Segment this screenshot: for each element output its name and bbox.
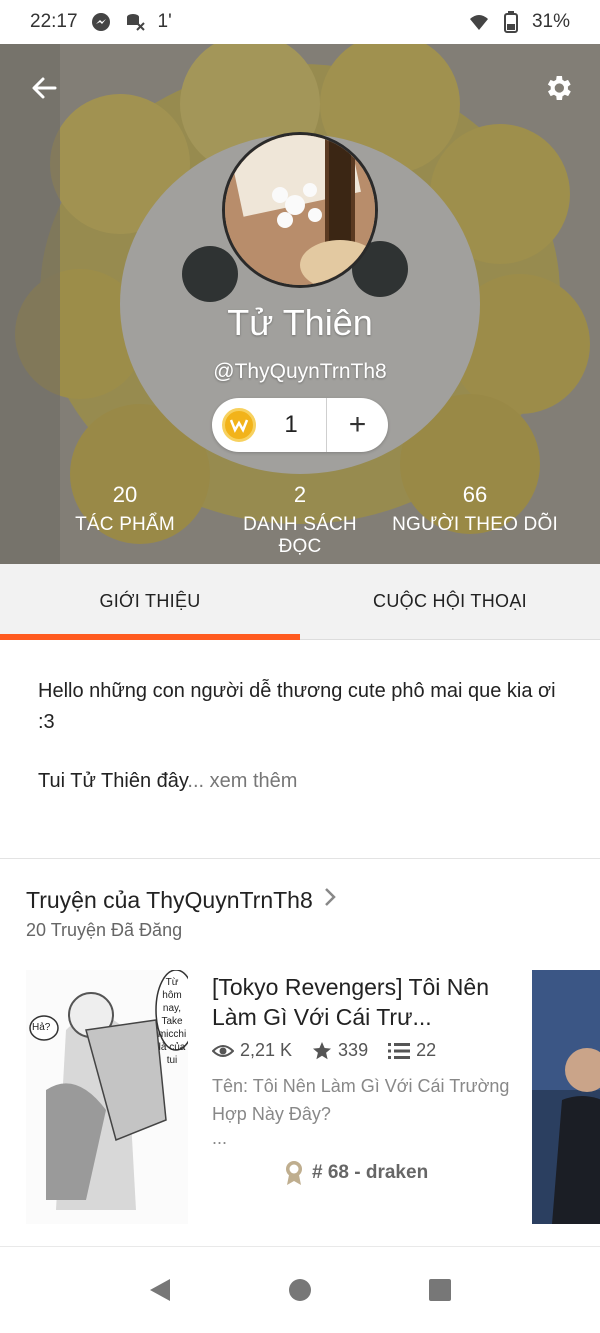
see-more-link[interactable]: xem thêm	[204, 770, 298, 792]
chevron-right-icon	[323, 886, 337, 914]
award-medal-icon	[286, 1161, 302, 1185]
stat-reading-lists[interactable]: 2 DANH SÁCH ĐỌC	[220, 482, 380, 558]
nav-home-button[interactable]	[280, 1270, 320, 1310]
next-story-cover-image[interactable]	[532, 970, 600, 1224]
stat-followers[interactable]: 66 NGƯỜI THEO DÕI	[380, 482, 570, 558]
back-button[interactable]	[22, 66, 66, 110]
system-navigation-bar	[0, 1247, 600, 1333]
triangle-back-icon	[150, 1279, 170, 1301]
status-bar: 22:17 1' 31%	[0, 0, 600, 44]
stat-works[interactable]: 20 TÁC PHẨM	[30, 482, 220, 558]
list-icon	[388, 1042, 411, 1059]
stat-value: 66	[462, 482, 488, 507]
star-icon	[313, 1041, 332, 1059]
coin-balance[interactable]: 1 +	[212, 398, 388, 452]
profile-header: Tử Thiên @ThyQuynTrnTh8 1 + 20 TÁC PHẨM …	[0, 44, 600, 564]
tab-about[interactable]: GIỚI THIỆU	[0, 564, 300, 640]
tab-conversations[interactable]: CUỘC HỘI THOẠI	[300, 564, 600, 639]
parts-stat: 22	[388, 1040, 436, 1061]
data-saver-icon	[124, 11, 146, 33]
profile-tabs: GIỚI THIỆU CUỘC HỘI THOẠI	[0, 564, 600, 640]
parts-count: 22	[416, 1040, 437, 1060]
cover-bubble-text: Từ hôm nay, Take micchi là của tui	[157, 977, 187, 1066]
about-section: Hello những con người dễ thương cute phô…	[38, 676, 558, 797]
battery-icon	[500, 11, 522, 33]
story-description-ellipsis: ...	[212, 1128, 228, 1148]
votes-stat: 339	[312, 1040, 368, 1061]
stories-section-header[interactable]: Truyện của ThyQuynTrnTh8	[26, 886, 337, 914]
wifi-icon	[468, 11, 490, 33]
add-coins-button[interactable]: +	[327, 398, 388, 452]
coin-count: 1	[284, 411, 298, 438]
coin-icon	[222, 408, 256, 442]
stories-count: 20 Truyện Đã Đăng	[26, 920, 183, 940]
display-name: Tử Thiên	[227, 302, 373, 343]
stat-value: 2	[293, 482, 307, 507]
section-divider	[0, 858, 600, 859]
arrow-left-icon	[32, 77, 57, 99]
settings-button[interactable]	[536, 66, 580, 110]
votes-count: 339	[338, 1040, 369, 1060]
about-text: Hello những con người dễ thương cute phô…	[38, 680, 556, 733]
story-stats: 2,21 K 339 22	[212, 1040, 446, 1061]
stat-label: TÁC PHẨM	[75, 514, 175, 535]
story-ranking[interactable]: # 68 - draken	[284, 1160, 428, 1186]
status-time: 22:17	[30, 11, 78, 32]
about-text-line2: Tui Tử Thiên đây... xem thêm	[38, 770, 298, 792]
avatar[interactable]	[222, 132, 378, 288]
status-extra: 1'	[157, 11, 172, 32]
story-cover-image[interactable]: Hả? Từ hôm nay, Take micchi là của tui	[26, 970, 188, 1224]
eye-icon	[212, 1044, 234, 1057]
profile-stats: 20 TÁC PHẨM 2 DANH SÁCH ĐỌC 66 NGƯỜI THE…	[0, 482, 600, 558]
gear-icon	[547, 76, 571, 100]
circle-home-icon	[289, 1279, 311, 1301]
reads-stat: 2,21 K	[212, 1040, 292, 1061]
cover-bubble-text: Hả?	[32, 1022, 51, 1033]
square-recents-icon	[429, 1279, 451, 1301]
nav-back-button[interactable]	[140, 1270, 180, 1310]
story-description: Tên: Tôi Nên Làm Gì Với Cái Trường Hợp N…	[212, 1076, 510, 1124]
battery-percent: 31%	[531, 11, 570, 32]
rank-text: # 68 - draken	[312, 1162, 429, 1183]
messenger-icon	[90, 11, 112, 33]
username: @ThyQuynTrnTh8	[213, 360, 387, 383]
story-title[interactable]: [Tokyo Revengers] Tôi Nên Làm Gì Với Cái…	[212, 972, 502, 1032]
stories-title: Truyện của ThyQuynTrnTh8	[26, 886, 313, 913]
stat-label: DANH SÁCH ĐỌC	[243, 514, 357, 557]
reads-count: 2,21 K	[240, 1040, 293, 1060]
nav-recents-button[interactable]	[420, 1270, 460, 1310]
stat-label: NGƯỜI THEO DÕI	[392, 514, 558, 535]
stat-value: 20	[112, 482, 138, 507]
